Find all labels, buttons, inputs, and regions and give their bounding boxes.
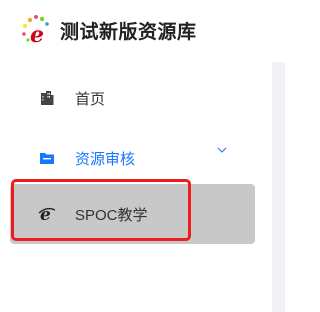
brand: e 测试新版资源库 bbox=[20, 12, 197, 48]
app-title: 测试新版资源库 bbox=[60, 21, 197, 43]
sidebar-item-label: SPOC教学 bbox=[75, 206, 148, 224]
main-content-edge bbox=[272, 62, 285, 312]
svg-text:e: e bbox=[30, 22, 44, 48]
svg-text:e: e bbox=[40, 205, 51, 223]
ie-icon: e bbox=[38, 205, 56, 223]
sidebar-item-home[interactable]: 首页 bbox=[10, 75, 255, 121]
sidebar-item-spoc-teaching[interactable]: e SPOC教学 bbox=[10, 184, 255, 244]
sidebar-item-label: 首页 bbox=[75, 90, 106, 108]
sidebar-item-label: 资源审核 bbox=[75, 150, 136, 168]
folder-icon bbox=[38, 149, 56, 167]
sidebar-item-resource-review[interactable]: 资源审核 bbox=[10, 135, 255, 181]
flower-e-logo: e bbox=[22, 15, 49, 48]
chevron-down-icon[interactable] bbox=[216, 144, 228, 156]
building-icon bbox=[38, 89, 56, 107]
